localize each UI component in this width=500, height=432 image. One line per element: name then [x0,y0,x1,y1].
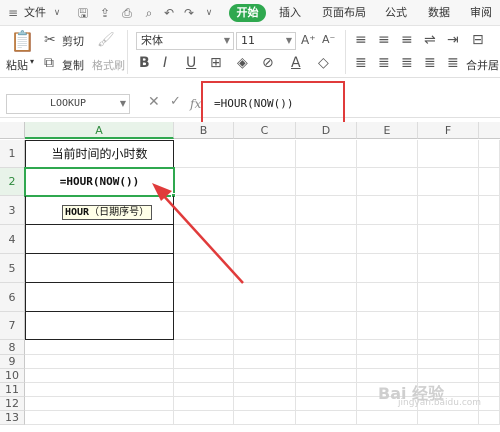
arrow-head [152,183,172,201]
watermark-url: jingyan.baidu.com [398,398,482,408]
annotation-arrow [152,183,244,284]
arrow-shaft [161,193,244,284]
